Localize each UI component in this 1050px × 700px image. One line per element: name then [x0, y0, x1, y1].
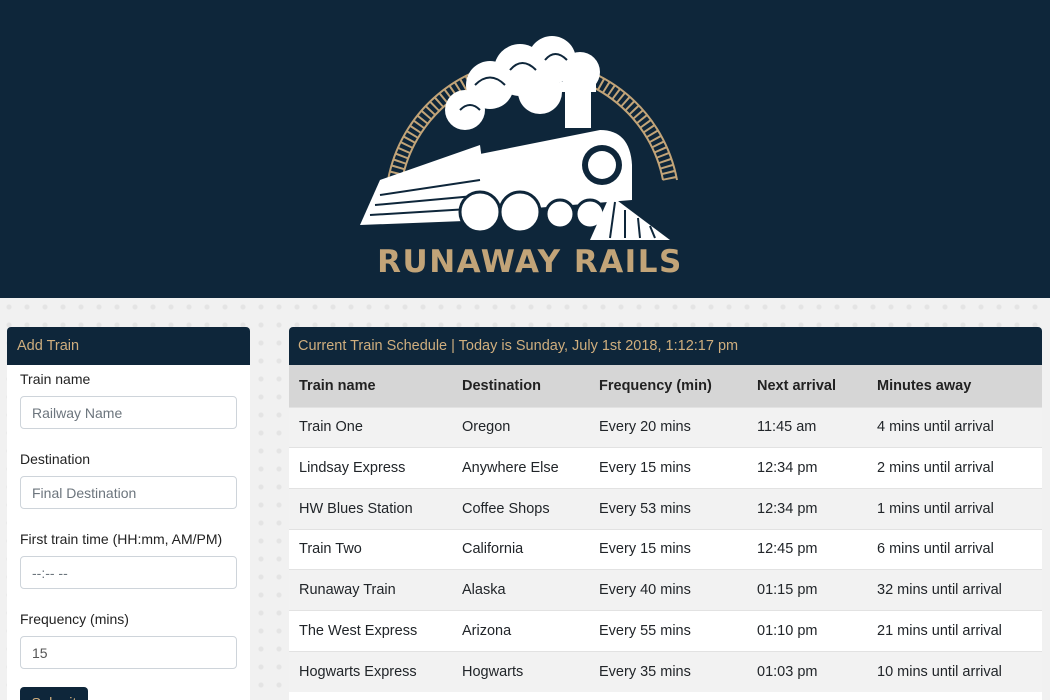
add-train-header: Add Train	[7, 327, 250, 365]
cell-frequency: Every 15 mins	[589, 528, 747, 570]
cell-destination: California	[452, 528, 589, 570]
cell-train-name: Runaway Train	[289, 569, 452, 611]
cell-minutes-away: 2 mins until arrival	[867, 447, 1042, 489]
cell-next-arrival: 01:15 pm	[747, 569, 867, 611]
cell-train-name: Train Two	[289, 528, 452, 570]
cell-next-arrival: 12:45 pm	[747, 528, 867, 570]
cell-destination: Oregon	[452, 406, 589, 448]
cell-minutes-away: 10 mins until arrival	[867, 650, 1042, 692]
cell-minutes-away: 6 mins until arrival	[867, 528, 1042, 570]
cell-next-arrival: 01:10 pm	[747, 609, 867, 652]
col-next-arrival: Next arrival	[747, 365, 867, 407]
cell-next-arrival: 11:45 am	[747, 406, 867, 448]
first-train-time-input[interactable]	[20, 556, 237, 589]
cell-minutes-away: 4 mins until arrival	[867, 406, 1042, 448]
table-row: The West Express Arizona Every 55 mins 0…	[289, 609, 1042, 652]
cell-frequency: Every 35 mins	[589, 650, 747, 692]
cell-frequency: Every 20 mins	[589, 406, 747, 448]
cell-minutes-away: 21 mins until arrival	[867, 609, 1042, 652]
cell-frequency: Every 15 mins	[589, 447, 747, 489]
col-train-name: Train name	[289, 365, 452, 407]
cell-destination: Anywhere Else	[452, 447, 589, 489]
schedule-header: Current Train Schedule | Today is Sunday…	[289, 327, 1042, 365]
col-frequency: Frequency (min)	[589, 365, 747, 407]
brand-name: RUNAWAY RAILS	[377, 244, 683, 280]
logo: RUNAWAY RAILS	[340, 30, 720, 290]
frequency-input[interactable]	[20, 636, 237, 669]
table-row: Runaway Train Alaska Every 40 mins 01:15…	[289, 569, 1042, 611]
frequency-label: Frequency (mins)	[20, 611, 129, 627]
col-minutes-away: Minutes away	[867, 365, 1042, 407]
cell-train-name: Train One	[289, 406, 452, 448]
train-name-label: Train name	[20, 371, 91, 387]
first-train-time-label: First train time (HH:mm, AM/PM)	[20, 531, 223, 547]
train-name-input[interactable]	[20, 396, 237, 429]
cell-frequency: Every 40 mins	[589, 569, 747, 611]
cell-train-name: Hogwarts Express	[289, 650, 452, 692]
col-destination: Destination	[452, 365, 589, 407]
table-row: HW Blues Station Coffee Shops Every 53 m…	[289, 487, 1042, 530]
cell-train-name: HW Blues Station	[289, 487, 452, 530]
add-train-form: Train name Destination First train time …	[7, 365, 250, 700]
cell-train-name: Lindsay Express	[289, 447, 452, 489]
table-row: Train One Oregon Every 20 mins 11:45 am …	[289, 406, 1042, 448]
submit-button[interactable]: Submit	[20, 687, 88, 700]
cell-next-arrival: 12:34 pm	[747, 487, 867, 530]
cell-train-name: The West Express	[289, 609, 452, 652]
schedule-table: Train name Destination Frequency (min) N…	[289, 365, 1042, 692]
add-train-panel: Add Train Train name Destination First t…	[7, 327, 250, 700]
cell-destination: Coffee Shops	[452, 487, 589, 530]
schedule-panel: Current Train Schedule | Today is Sunday…	[289, 327, 1042, 700]
cell-minutes-away: 32 mins until arrival	[867, 569, 1042, 611]
destination-label: Destination	[20, 451, 91, 467]
cell-next-arrival: 12:34 pm	[747, 447, 867, 489]
cell-frequency: Every 55 mins	[589, 609, 747, 652]
cell-destination: Hogwarts	[452, 650, 589, 692]
cell-destination: Alaska	[452, 569, 589, 611]
hero-banner: RUNAWAY RAILS	[0, 0, 1050, 298]
table-header-row: Train name Destination Frequency (min) N…	[289, 365, 1042, 407]
cell-minutes-away: 1 mins until arrival	[867, 487, 1042, 530]
locomotive-icon	[360, 36, 678, 240]
table-row: Hogwarts Express Hogwarts Every 35 mins …	[289, 650, 1042, 692]
cell-next-arrival: 01:03 pm	[747, 650, 867, 692]
cell-frequency: Every 53 mins	[589, 487, 747, 530]
destination-input[interactable]	[20, 476, 237, 509]
table-row: Train Two California Every 15 mins 12:45…	[289, 528, 1042, 570]
table-row: Lindsay Express Anywhere Else Every 15 m…	[289, 447, 1042, 489]
cell-destination: Arizona	[452, 609, 589, 652]
